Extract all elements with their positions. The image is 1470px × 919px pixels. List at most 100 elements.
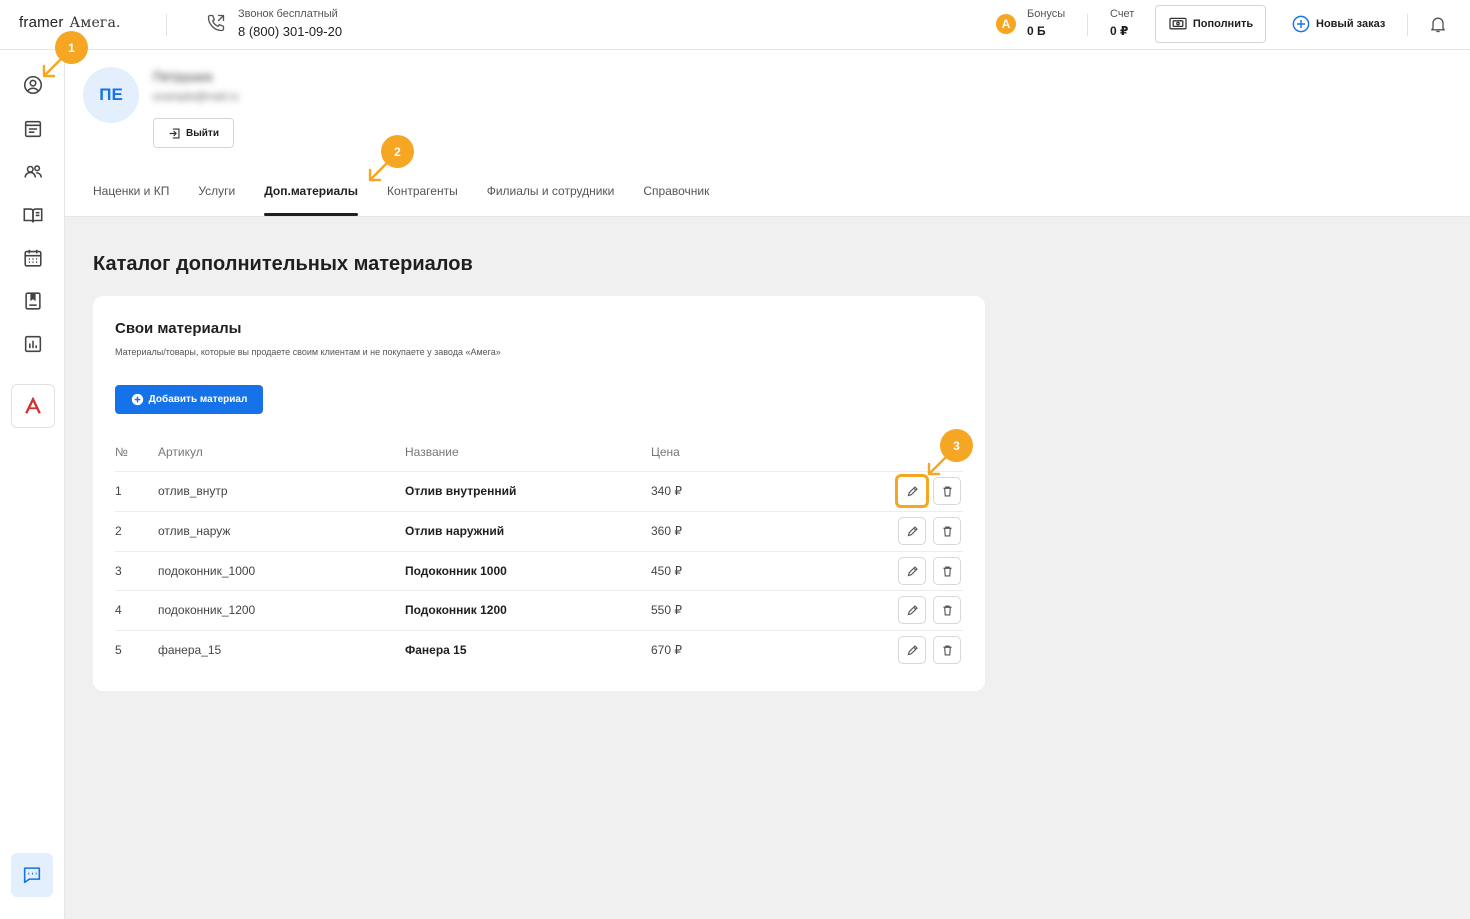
callout-arrow-icon bbox=[368, 160, 390, 182]
pencil-icon bbox=[907, 565, 918, 576]
edit-button[interactable] bbox=[898, 636, 926, 664]
bonus-coin-icon: А bbox=[996, 14, 1016, 34]
bookmark-icon[interactable] bbox=[22, 290, 44, 312]
edit-button[interactable] bbox=[898, 596, 926, 624]
tab-branches-staff[interactable]: Филиалы и сотрудники bbox=[487, 174, 615, 216]
row-name: Отлив наружний bbox=[405, 524, 505, 538]
row-price: 670 ₽ bbox=[651, 643, 682, 657]
column-header-sku: Артикул bbox=[158, 445, 203, 459]
table-row: 1 отлив_внутр Отлив внутренний 340 ₽ bbox=[115, 471, 963, 511]
bonus-label: Бонусы bbox=[1027, 8, 1066, 20]
logo[interactable]: framer Амега. bbox=[19, 14, 121, 31]
new-order-label: Новый заказ bbox=[1316, 18, 1386, 30]
row-sku: отлив_наруж bbox=[158, 524, 231, 538]
bar-chart-icon[interactable] bbox=[22, 333, 44, 355]
wallet-icon bbox=[1169, 17, 1187, 30]
calendar-icon[interactable] bbox=[22, 247, 44, 269]
row-price: 340 ₽ bbox=[651, 484, 682, 498]
tab-markups[interactable]: Наценки и КП bbox=[93, 174, 169, 216]
row-sku: отлив_внутр bbox=[158, 484, 228, 498]
settings-tabs: Наценки и КП Услуги Доп.материалы Контра… bbox=[93, 174, 709, 216]
row-sku: фанера_15 bbox=[158, 643, 222, 657]
trash-icon bbox=[942, 644, 952, 656]
topup-label: Пополнить bbox=[1192, 18, 1254, 30]
chat-icon bbox=[23, 867, 41, 884]
topup-button[interactable]: Пополнить bbox=[1155, 5, 1266, 43]
table-row: 3 подоконник_1000 Подоконник 1000 450 ₽ bbox=[115, 551, 963, 591]
row-number: 1 bbox=[115, 484, 122, 498]
row-number: 2 bbox=[115, 524, 122, 538]
tab-counterparties[interactable]: Контрагенты bbox=[387, 174, 458, 216]
table-row: 4 подоконник_1200 Подоконник 1200 550 ₽ bbox=[115, 590, 963, 630]
logout-label: Выйти bbox=[186, 127, 219, 139]
account-value: 0 ₽ bbox=[1110, 24, 1129, 38]
pencil-icon bbox=[907, 525, 918, 536]
page-title: Каталог дополнительных материалов bbox=[93, 253, 473, 275]
plus-circle-icon bbox=[1292, 15, 1310, 33]
column-header-price: Цена bbox=[651, 445, 680, 459]
chat-button[interactable] bbox=[11, 853, 53, 897]
column-header-name: Название bbox=[405, 445, 459, 459]
phone-number[interactable]: 8 (800) 301-09-20 bbox=[238, 24, 342, 39]
card-subtitle: Материалы/товары, которые вы продаете св… bbox=[115, 347, 501, 357]
divider bbox=[1087, 14, 1088, 36]
edit-button[interactable] bbox=[898, 557, 926, 585]
users-icon[interactable] bbox=[22, 161, 44, 183]
pencil-icon bbox=[907, 604, 918, 615]
row-name: Подоконник 1000 bbox=[405, 564, 507, 578]
order-list-icon[interactable] bbox=[22, 118, 44, 140]
callout-arrow-icon bbox=[42, 56, 64, 78]
row-sku: подоконник_1200 bbox=[158, 603, 256, 617]
tab-services[interactable]: Услуги bbox=[198, 174, 235, 216]
tab-reference[interactable]: Справочник bbox=[643, 174, 709, 216]
delete-button[interactable] bbox=[933, 557, 961, 585]
table-row: 2 отлив_наруж Отлив наружний 360 ₽ bbox=[115, 511, 963, 551]
profile-header: ПЕ Петрушка example@mail.ru Выйти Наценк… bbox=[65, 50, 1470, 217]
edit-button[interactable] bbox=[895, 474, 929, 508]
row-number: 4 bbox=[115, 603, 122, 617]
plus-circle-icon bbox=[131, 393, 143, 406]
column-header-number: № bbox=[115, 445, 128, 459]
delete-button[interactable] bbox=[933, 636, 961, 664]
trash-icon bbox=[942, 525, 952, 537]
phone-label: Звонок бесплатный bbox=[238, 8, 338, 20]
row-number: 3 bbox=[115, 564, 122, 578]
logout-icon bbox=[169, 127, 180, 139]
trash-icon bbox=[942, 485, 952, 497]
logout-button[interactable]: Выйти bbox=[153, 118, 234, 148]
divider bbox=[1407, 14, 1408, 36]
card-title: Свои материалы bbox=[115, 320, 242, 337]
pencil-icon bbox=[907, 644, 918, 655]
sidebar bbox=[0, 50, 65, 919]
row-sku: подоконник_1000 bbox=[158, 564, 256, 578]
catalog-book-icon[interactable] bbox=[22, 204, 44, 226]
bell-icon[interactable] bbox=[1428, 14, 1448, 34]
delete-button[interactable] bbox=[933, 517, 961, 545]
delete-button[interactable] bbox=[933, 477, 961, 505]
phone-icon bbox=[207, 14, 225, 32]
amega-brand-tile[interactable] bbox=[11, 384, 55, 428]
amega-logo-icon bbox=[25, 397, 41, 414]
callout-arrow-icon bbox=[927, 454, 949, 476]
row-price: 450 ₽ bbox=[651, 564, 682, 578]
delete-button[interactable] bbox=[933, 596, 961, 624]
row-name: Фанера 15 bbox=[405, 643, 467, 657]
divider bbox=[166, 14, 167, 36]
tab-extra-materials[interactable]: Доп.материалы bbox=[264, 174, 358, 216]
logo-brand: framer bbox=[19, 14, 64, 31]
trash-icon bbox=[942, 565, 952, 577]
row-name: Подоконник 1200 bbox=[405, 603, 507, 617]
row-price: 550 ₽ bbox=[651, 603, 682, 617]
row-number: 5 bbox=[115, 643, 122, 657]
pencil-icon bbox=[907, 485, 918, 496]
avatar[interactable]: ПЕ bbox=[83, 67, 139, 123]
user-email: example@mail.ru bbox=[153, 91, 239, 103]
logo-partner: Амега. bbox=[69, 15, 121, 31]
trash-icon bbox=[942, 604, 952, 616]
table-row: 5 фанера_15 Фанера 15 670 ₽ bbox=[115, 630, 963, 670]
add-material-button[interactable]: Добавить материал bbox=[115, 385, 263, 414]
edit-button[interactable] bbox=[898, 517, 926, 545]
materials-card: Свои материалы Материалы/товары, которые… bbox=[93, 296, 985, 691]
new-order-button[interactable]: Новый заказ bbox=[1292, 14, 1385, 34]
row-price: 360 ₽ bbox=[651, 524, 682, 538]
